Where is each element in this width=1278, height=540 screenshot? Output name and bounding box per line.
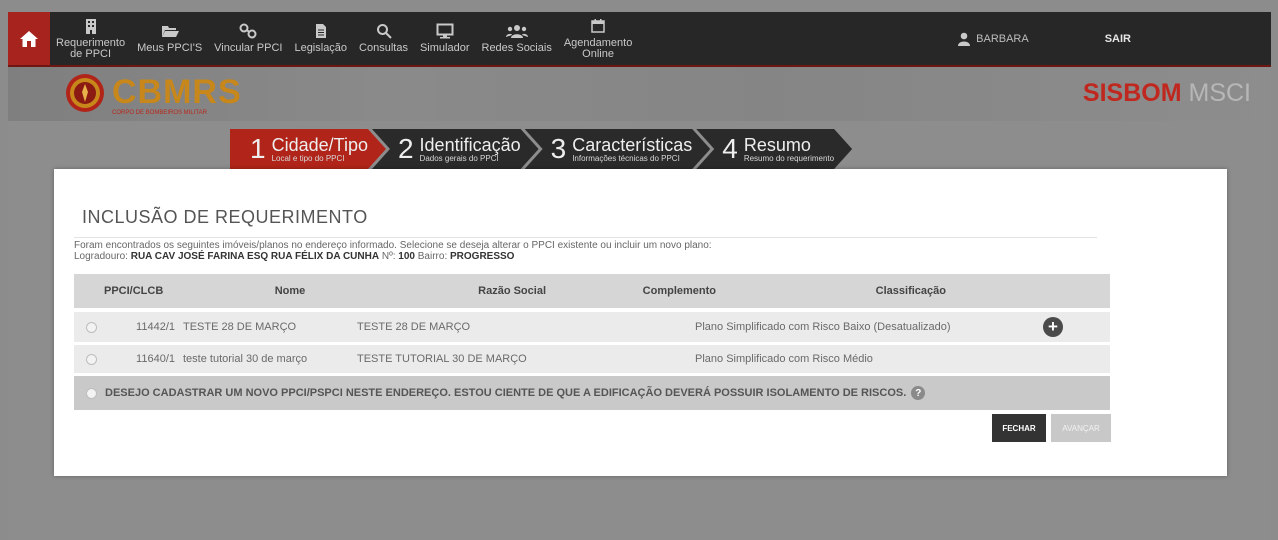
nav-label: Legislação (294, 42, 348, 54)
step-number: 1 (250, 133, 266, 164)
wizard-step-1[interactable]: 1 Cidade/Tipo Local e tipo do PPCI (230, 129, 386, 169)
table-header: PPCI/CLCB Nome Razão Social Complemento … (74, 274, 1110, 308)
folder-open-icon (161, 26, 179, 37)
header-banner: CBMRS CORPO DE BOMBEIROS MILITAR SISBOM … (8, 65, 1271, 122)
document-icon (315, 24, 326, 38)
cell-ppci: 11640/1 (136, 353, 175, 365)
logradouro-label: Logradouro: (74, 251, 128, 262)
nav-label: Requerimento (56, 36, 126, 49)
step-number: 3 (550, 133, 567, 164)
cell-classificacao: Plano Simplificado com Risco Baixo (Desa… (695, 321, 951, 333)
close-button[interactable]: FECHAR (992, 414, 1046, 442)
step-number: 4 (722, 133, 738, 164)
header-razao-social: Razão Social (478, 285, 546, 297)
home-icon (20, 30, 38, 47)
user-icon (958, 32, 971, 46)
top-navigation: Requerimento de PPCI Meus PPCI'S Vincular… (8, 12, 1271, 65)
nav-right: BARBARA SAIR (958, 12, 1271, 65)
step-number: 2 (397, 133, 414, 164)
cell-nome: TESTE 28 DE MARÇO (183, 321, 297, 333)
user-name: BARBARA (976, 32, 1029, 45)
home-button[interactable] (8, 12, 50, 65)
help-icon[interactable]: ? (911, 386, 926, 400)
step-title: Características (572, 134, 693, 155)
step-title: Cidade/Tipo (271, 134, 368, 155)
nav-requerimento[interactable]: Requerimento de PPCI (50, 12, 131, 65)
row-radio[interactable] (86, 321, 97, 333)
nav-label: Meus PPCI'S (137, 42, 203, 54)
modal-info: Foram encontrados os seguintes imóveis/p… (74, 240, 712, 262)
plans-table: PPCI/CLCB Nome Razão Social Complemento … (74, 274, 1110, 410)
step-subtitle: Dados gerais do PPCI (419, 153, 499, 163)
cell-razao-social: TESTE TUTORIAL 30 DE MARÇO (357, 353, 527, 365)
link-icon (239, 23, 257, 39)
nav-consultas[interactable]: Consultas (353, 12, 414, 65)
bairro-label: Bairro: (417, 251, 448, 262)
wizard-steps: 1 Cidade/Tipo Local e tipo do PPCI 2 Iden… (230, 129, 838, 169)
step-title: Resumo (743, 134, 811, 155)
nav-label: Vincular PPCI (214, 42, 283, 54)
header-complemento: Complemento (642, 285, 716, 297)
wizard-step-3[interactable]: 3 Características Informações técnicas do… (525, 129, 711, 169)
logout-button[interactable]: SAIR (1105, 33, 1131, 45)
nav-legislacao[interactable]: Legislação (288, 12, 353, 65)
numero-value: 100 (398, 251, 415, 262)
inclusion-modal: INCLUSÃO DE REQUERIMENTO Foram encontrad… (54, 169, 1227, 476)
search-icon (376, 24, 392, 39)
nav-label: Agendamento (563, 36, 633, 49)
modal-title: INCLUSÃO DE REQUERIMENTO (82, 207, 368, 227)
nav-label: Simulador (419, 42, 470, 54)
address-line: Logradouro: RUA CAV JOSÉ FARINA ESQ RUA … (74, 251, 712, 262)
brand-logo-text: CBMRS (112, 73, 242, 111)
cell-razao-social: TESTE 28 DE MARÇO (357, 321, 471, 333)
title-divider (74, 237, 1097, 238)
step-title: Identificação (419, 134, 521, 155)
header-nome: Nome (274, 285, 306, 297)
cell-nome: teste tutorial 30 de março (183, 353, 308, 365)
row-radio[interactable] (86, 353, 97, 365)
nav-label-2: Online (582, 47, 614, 60)
nav-label: Redes Sociais (481, 42, 552, 54)
cell-classificacao: Plano Simplificado com Risco Médio (695, 353, 873, 365)
step-subtitle: Informações técnicas do PPCI (572, 153, 680, 163)
building-icon (85, 18, 96, 34)
page-margin-left (0, 0, 8, 540)
add-icon[interactable]: + (1043, 317, 1063, 337)
step-subtitle: Resumo do requerimento (743, 153, 835, 163)
bairro-value: PROGRESSO (450, 251, 515, 262)
system-name-b: MSCI (1188, 79, 1252, 107)
numero-label: Nº: (381, 251, 396, 262)
nav-label-2: de PPCI (70, 47, 112, 60)
new-plan-label: DESEJO CADASTRAR UM NOVO PPCI/PSPCI NEST… (105, 387, 907, 399)
monitor-icon (436, 23, 454, 39)
cell-ppci: 11442/1 (136, 321, 175, 333)
wizard-step-4[interactable]: 4 Resumo Resumo do requerimento (696, 129, 852, 169)
nav-label: Consultas (359, 42, 408, 54)
new-plan-radio[interactable] (86, 387, 97, 399)
brand-subtitle: CORPO DE BOMBEIROS MILITAR (112, 110, 207, 116)
users-icon (505, 25, 528, 38)
user-menu[interactable]: BARBARA (958, 32, 1029, 46)
system-logo: SISBOM MSCI (1083, 79, 1251, 108)
system-name-a: SISBOM (1082, 79, 1182, 107)
cbmrs-emblem-icon (66, 74, 104, 112)
nav-simulador[interactable]: Simulador (414, 12, 476, 65)
table-row[interactable]: 11640/1 teste tutorial 30 de março TESTE… (74, 345, 1110, 373)
next-button[interactable]: AVANÇAR (1051, 414, 1111, 442)
table-row[interactable]: 11442/1 TESTE 28 DE MARÇO TESTE 28 DE MA… (74, 312, 1110, 342)
new-plan-option[interactable]: DESEJO CADASTRAR UM NOVO PPCI/PSPCI NEST… (74, 376, 1110, 410)
header-classificacao: Classificação (875, 285, 946, 297)
nav-agendamento[interactable]: Agendamento Online (558, 12, 639, 65)
page-margin-top (0, 0, 1278, 12)
page-margin-right (1271, 0, 1278, 540)
nav-redes-sociais[interactable]: Redes Sociais (476, 12, 558, 65)
logradouro-value: RUA CAV JOSÉ FARINA ESQ RUA FÉLIX DA CUN… (130, 251, 380, 262)
nav-meus-ppcis[interactable]: Meus PPCI'S (131, 12, 208, 65)
calendar-icon (591, 19, 605, 33)
header-ppci: PPCI/CLCB (104, 285, 164, 297)
info-message: Foram encontrados os seguintes imóveis/p… (74, 240, 712, 251)
wizard-step-2[interactable]: 2 Identificação Dados gerais do PPCI (372, 129, 539, 169)
nav-vincular-ppci[interactable]: Vincular PPCI (208, 12, 288, 65)
step-subtitle: Local e tipo do PPCI (271, 153, 345, 163)
